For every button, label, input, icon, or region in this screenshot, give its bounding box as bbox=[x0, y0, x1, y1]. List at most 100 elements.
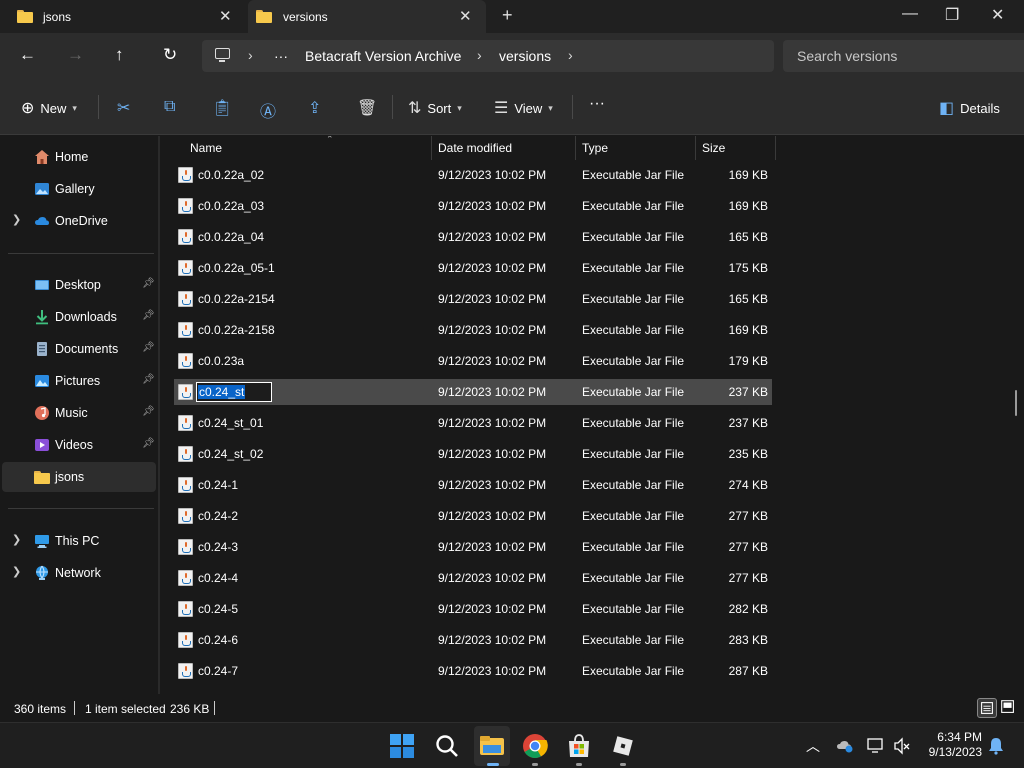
breadcrumb-overflow[interactable]: ··· bbox=[274, 48, 288, 64]
table-row[interactable]: c0.0.22a_03 9/12/2023 10:02 PM Executable … bbox=[174, 193, 772, 219]
more-options-button[interactable]: ··· bbox=[589, 95, 605, 113]
tab-versions[interactable]: versions ✕ bbox=[248, 0, 486, 33]
delete-button[interactable]: 🗑︎ bbox=[357, 98, 377, 118]
table-row[interactable]: c0.24-3 9/12/2023 10:02 PM Executable Jar … bbox=[174, 534, 772, 560]
table-row-selected[interactable]: c0.24_st 9/12/2023 10:02 PM Executable Jar… bbox=[174, 379, 772, 405]
pin-icon[interactable]: 📌︎ bbox=[142, 438, 155, 449]
search-icon[interactable] bbox=[434, 733, 460, 759]
table-row[interactable]: c0.0.22a_04 9/12/2023 10:02 PM Executable … bbox=[174, 224, 772, 250]
table-row[interactable]: c0.24_st_02 9/12/2023 10:02 PM Executable … bbox=[174, 441, 772, 467]
copy-button[interactable]: ⧉ bbox=[164, 98, 175, 116]
tiles-view-button[interactable] bbox=[999, 698, 1019, 718]
table-row[interactable]: c0.0.22a-2154 9/12/2023 10:02 PM Executabl… bbox=[174, 286, 772, 312]
column-header-name[interactable]: Name ⌃ bbox=[184, 136, 432, 160]
download-arrow-icon bbox=[36, 310, 48, 325]
pin-icon[interactable]: 📌︎ bbox=[142, 406, 155, 417]
file-type: Executable Jar File bbox=[582, 199, 685, 213]
chevron-right-icon[interactable]: › bbox=[477, 47, 482, 63]
search-input[interactable]: Search versions bbox=[783, 40, 1024, 72]
chevron-right-icon[interactable]: ❯ bbox=[12, 213, 21, 226]
volume-muted-icon[interactable] bbox=[893, 737, 911, 755]
breadcrumb-versions[interactable]: versions bbox=[499, 48, 551, 64]
column-header-type[interactable]: Type bbox=[576, 136, 696, 160]
sidebar-item-downloads[interactable]: Downloads 📌︎ bbox=[2, 302, 156, 332]
minimize-button[interactable]: — bbox=[902, 5, 918, 23]
sidebar-item-this-pc[interactable]: ❯ This PC bbox=[2, 526, 156, 556]
refresh-button[interactable]: ↻ bbox=[163, 45, 177, 65]
table-row[interactable]: c0.24-4 9/12/2023 10:02 PM Executable Jar … bbox=[174, 565, 772, 591]
chevron-right-icon[interactable]: › bbox=[248, 47, 253, 63]
onedrive-sync-icon[interactable] bbox=[836, 738, 854, 754]
column-label: Type bbox=[582, 141, 609, 155]
file-size: 169 KB bbox=[728, 323, 768, 337]
rename-button[interactable]: Ⓐ bbox=[260, 98, 276, 122]
sidebar-item-gallery[interactable]: Gallery bbox=[2, 174, 156, 204]
table-row[interactable]: c0.24-5 9/12/2023 10:02 PM Executable Jar … bbox=[174, 596, 772, 622]
view-button[interactable]: ☰ View ▾ bbox=[494, 98, 553, 118]
address-bar[interactable]: › ··· Betacraft Version Archive › versio… bbox=[202, 40, 774, 72]
forward-button[interactable]: → bbox=[67, 45, 84, 65]
back-button[interactable]: ← bbox=[19, 45, 36, 65]
pin-icon[interactable]: 📌︎ bbox=[142, 374, 155, 385]
pin-icon[interactable]: 📌︎ bbox=[142, 342, 155, 353]
pin-icon[interactable]: 📌︎ bbox=[142, 310, 155, 321]
microsoft-store-icon[interactable] bbox=[566, 733, 592, 759]
sidebar-item-pictures[interactable]: Pictures 📌︎ bbox=[2, 366, 156, 396]
details-view-button[interactable] bbox=[977, 698, 997, 718]
maximize-button[interactable]: ❐ bbox=[945, 5, 959, 25]
up-button[interactable]: ↑ bbox=[115, 45, 124, 65]
chevron-right-icon[interactable]: ❯ bbox=[12, 565, 21, 578]
cut-button[interactable]: ✂ bbox=[117, 98, 130, 118]
details-button[interactable]: ◧ Details bbox=[939, 98, 1000, 118]
notification-bell-icon[interactable] bbox=[988, 737, 1004, 755]
table-row[interactable]: c0.0.22a-2158 9/12/2023 10:02 PM Executabl… bbox=[174, 317, 772, 343]
sidebar-item-jsons[interactable]: jsons bbox=[2, 462, 156, 492]
chrome-icon[interactable] bbox=[522, 733, 548, 759]
close-window-button[interactable]: ✕ bbox=[991, 5, 1004, 25]
onedrive-cloud-icon bbox=[35, 217, 49, 225]
system-clock[interactable]: 6:34 PM 9/13/2023 bbox=[920, 730, 982, 760]
share-button[interactable]: ⇪ bbox=[308, 98, 321, 118]
network-monitor-icon[interactable] bbox=[867, 737, 885, 755]
chevron-up-icon[interactable]: ︿ bbox=[806, 736, 820, 756]
sidebar-item-home[interactable]: Home bbox=[2, 142, 156, 172]
column-header-date[interactable]: Date modified bbox=[432, 136, 576, 160]
sort-button[interactable]: ⇅ Sort ▾ bbox=[408, 98, 462, 118]
scrollbar[interactable] bbox=[1015, 390, 1017, 416]
tab-close-icon[interactable]: ✕ bbox=[459, 7, 472, 25]
breadcrumb-betacraft[interactable]: Betacraft Version Archive bbox=[305, 48, 461, 64]
file-explorer-icon[interactable] bbox=[479, 733, 505, 759]
tab-label: versions bbox=[283, 10, 328, 24]
search-placeholder: Search versions bbox=[797, 48, 898, 64]
paste-button[interactable]: 📋︎ bbox=[212, 98, 232, 118]
table-row[interactable]: c0.0.22a_05-1 9/12/2023 10:02 PM Executabl… bbox=[174, 255, 772, 281]
selection-size: 236 KB bbox=[170, 702, 210, 716]
table-row[interactable]: c0.24-6 9/12/2023 10:02 PM Executable Jar … bbox=[174, 627, 772, 653]
sidebar-item-onedrive[interactable]: ❯ OneDrive bbox=[2, 206, 156, 236]
new-button[interactable]: ⊕ New ▾ bbox=[21, 98, 77, 118]
table-row[interactable]: c0.24-2 9/12/2023 10:02 PM Executable Jar … bbox=[174, 503, 772, 529]
file-size: 235 KB bbox=[728, 447, 768, 461]
table-row[interactable]: c0.24-1 9/12/2023 10:02 PM Executable Jar … bbox=[174, 472, 772, 498]
chevron-down-icon: ▾ bbox=[457, 102, 462, 113]
table-row[interactable]: c0.0.23a 9/12/2023 10:02 PM Executable Jar… bbox=[174, 348, 772, 374]
roblox-icon[interactable] bbox=[610, 733, 636, 759]
sidebar-item-videos[interactable]: Videos 📌︎ bbox=[2, 430, 156, 460]
chevron-right-icon[interactable]: › bbox=[568, 47, 573, 63]
windows-start-icon[interactable] bbox=[389, 733, 415, 759]
sidebar-item-documents[interactable]: Documents 📌︎ bbox=[2, 334, 156, 364]
tab-close-icon[interactable]: ✕ bbox=[219, 7, 232, 25]
table-row[interactable]: c0.0.22a_02 9/12/2023 10:02 PM Executable … bbox=[174, 162, 772, 188]
table-row[interactable]: c0.24_st_01 9/12/2023 10:02 PM Executable … bbox=[174, 410, 772, 436]
sidebar-item-network[interactable]: ❯ Network bbox=[2, 558, 156, 588]
network-icon bbox=[36, 565, 48, 580]
pin-icon[interactable]: 📌︎ bbox=[142, 278, 155, 289]
sidebar-item-music[interactable]: Music 📌︎ bbox=[2, 398, 156, 428]
rename-input[interactable]: c0.24_st bbox=[196, 382, 272, 402]
chevron-right-icon[interactable]: ❯ bbox=[12, 533, 21, 546]
sidebar-item-desktop[interactable]: Desktop 📌︎ bbox=[2, 270, 156, 300]
table-row[interactable]: c0.24-7 9/12/2023 10:02 PM Executable Jar … bbox=[174, 658, 772, 684]
new-tab-button[interactable]: + bbox=[502, 5, 513, 26]
tab-jsons[interactable]: jsons ✕ bbox=[0, 0, 248, 33]
column-header-size[interactable]: Size bbox=[696, 136, 776, 160]
